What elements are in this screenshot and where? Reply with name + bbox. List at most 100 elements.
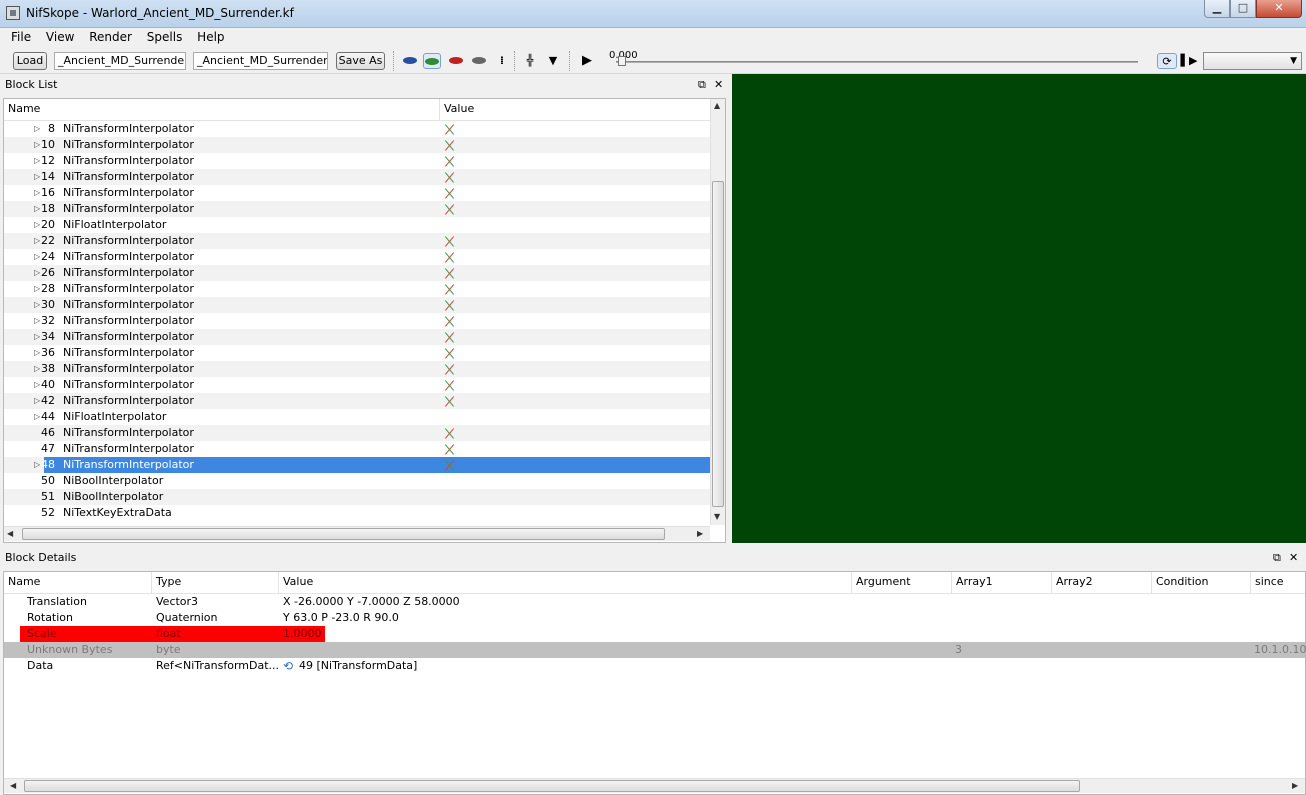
axis-icon[interactable]: ╬ — [521, 53, 539, 69]
block-list-hscroll[interactable]: ◀ ▶ — [4, 526, 710, 541]
block-list-vscroll[interactable]: ▲ ▼ — [710, 99, 725, 525]
column-array1[interactable]: Array1 — [952, 572, 1052, 593]
maximize-button[interactable]: □ — [1230, 0, 1256, 18]
block-row[interactable]: ▷ 14 NiTransformInterpolator — [4, 169, 710, 185]
eye-icon[interactable] — [423, 53, 441, 69]
detail-row[interactable]: Rotation Quaternion Y 63.0 P -23.0 R 90.0 — [4, 610, 1305, 626]
next-frame-icon[interactable]: ▌▶ — [1180, 53, 1198, 69]
block-row[interactable]: ▷ 8 NiTransformInterpolator — [4, 121, 710, 137]
menu-view[interactable]: View — [35, 28, 74, 46]
block-type-name: NiTransformInterpolator — [63, 122, 194, 135]
link-icon[interactable]: ⟲ — [283, 658, 293, 674]
animation-selector[interactable]: ▼ — [1203, 52, 1302, 70]
scroll-thumb[interactable] — [24, 780, 1080, 792]
block-row[interactable]: ▷ 36 NiTransformInterpolator — [4, 345, 710, 361]
details-hscroll[interactable]: ◀ ▶ — [4, 778, 1305, 793]
axis-cross-icon — [444, 457, 456, 473]
load-file-field[interactable]: _Ancient_MD_Surrender.kf — [54, 52, 186, 70]
eye-icon[interactable] — [470, 53, 488, 69]
close-icon[interactable]: ✕ — [1289, 548, 1298, 568]
block-row[interactable]: ▷ 28 NiTransformInterpolator — [4, 281, 710, 297]
render-viewport[interactable] — [732, 74, 1306, 543]
column-since[interactable]: since — [1251, 572, 1305, 593]
eye-icon[interactable] — [401, 53, 419, 69]
block-row[interactable]: 50 NiBoolInterpolator — [4, 473, 710, 489]
block-row[interactable]: ▷ 38 NiTransformInterpolator — [4, 361, 710, 377]
block-index: 50 — [41, 474, 55, 487]
window-title: NifSkope - Warlord_Ancient_MD_Surrender.… — [26, 6, 294, 20]
axis-cross-icon — [444, 313, 456, 329]
play-icon[interactable]: ▶ — [578, 53, 596, 69]
menu-help[interactable]: Help — [186, 28, 224, 46]
time-slider[interactable] — [616, 61, 1138, 63]
column-name[interactable]: Name — [4, 572, 152, 593]
column-condition[interactable]: Condition — [1152, 572, 1251, 593]
menu-spells[interactable]: Spells — [136, 28, 183, 46]
block-row[interactable]: ▷ 32 NiTransformInterpolator — [4, 313, 710, 329]
chevron-down-icon[interactable]: ▼ — [544, 53, 562, 69]
column-value[interactable]: Value — [279, 572, 852, 593]
column-name[interactable]: Name — [4, 99, 440, 120]
detail-row[interactable]: Translation Vector3 X -26.0000 Y -7.0000 Z… — [4, 594, 1305, 610]
block-row[interactable]: ▷ 20 NiFloatInterpolator — [4, 217, 710, 233]
block-type-name: NiBoolInterpolator — [63, 474, 164, 487]
eye-icon[interactable] — [447, 53, 465, 69]
block-row[interactable]: 46 NiTransformInterpolator — [4, 425, 710, 441]
block-row[interactable]: ▷ 30 NiTransformInterpolator — [4, 297, 710, 313]
scroll-down-icon[interactable]: ▼ — [714, 512, 720, 521]
load-button[interactable]: Load — [13, 52, 47, 70]
block-row[interactable]: ▷ 18 NiTransformInterpolator — [4, 201, 710, 217]
block-row[interactable]: ▷ 44 NiFloatInterpolator — [4, 409, 710, 425]
close-button[interactable]: ✕ — [1256, 0, 1302, 18]
block-row[interactable]: ▷ 16 NiTransformInterpolator — [4, 185, 710, 201]
float-panel-icon[interactable]: ⧉ — [698, 75, 706, 95]
block-row[interactable]: 51 NiBoolInterpolator — [4, 489, 710, 505]
scroll-up-icon[interactable]: ▲ — [714, 101, 720, 110]
detail-row[interactable]: Scale float 1.0000 — [4, 626, 1305, 642]
scroll-right-icon[interactable]: ▶ — [697, 529, 703, 538]
column-array2[interactable]: Array2 — [1052, 572, 1152, 593]
field-type: Vector3 — [156, 595, 199, 608]
axis-cross-icon — [444, 265, 456, 281]
block-details[interactable]: Name Type Value Argument Array1 Array2 C… — [3, 571, 1306, 795]
block-row[interactable]: ▷ 34 NiTransformInterpolator — [4, 329, 710, 345]
time-slider-handle[interactable] — [618, 56, 626, 66]
block-details-title: Block Details — [5, 551, 77, 564]
save-file-field[interactable]: _Ancient_MD_Surrender.kf — [193, 52, 328, 70]
scroll-thumb[interactable] — [712, 181, 724, 507]
block-row[interactable]: ▷ 26 NiTransformInterpolator — [4, 265, 710, 281]
scroll-right-icon[interactable]: ▶ — [1292, 781, 1298, 790]
column-value[interactable]: Value — [440, 99, 710, 120]
block-type-name: NiTransformInterpolator — [63, 266, 194, 279]
scroll-left-icon[interactable]: ◀ — [7, 529, 13, 538]
menu-file[interactable]: File — [0, 28, 31, 46]
axis-cross-icon — [444, 329, 456, 345]
block-row[interactable]: ▷ 24 NiTransformInterpolator — [4, 249, 710, 265]
block-row[interactable]: ▷ 40 NiTransformInterpolator — [4, 377, 710, 393]
scroll-left-icon[interactable]: ◀ — [10, 781, 16, 790]
block-type-name: NiFloatInterpolator — [63, 410, 167, 423]
column-type[interactable]: Type — [152, 572, 279, 593]
loop-icon[interactable]: ⟳ — [1157, 53, 1177, 69]
block-row[interactable]: 47 NiTransformInterpolator — [4, 441, 710, 457]
detail-row[interactable]: Unknown Bytes byte 3 10.1.0.106 — [4, 642, 1306, 658]
scroll-thumb[interactable] — [22, 528, 665, 540]
menu-render[interactable]: Render — [78, 28, 132, 46]
axis-cross-icon — [444, 361, 456, 377]
footprints-icon[interactable]: ⁞ — [493, 53, 511, 69]
block-row[interactable]: ▷ 42 NiTransformInterpolator — [4, 393, 710, 409]
column-argument[interactable]: Argument — [852, 572, 952, 593]
detail-row[interactable]: ⟲ Data Ref<NiTransformDat... 49 [NiTransfor… — [4, 658, 1305, 674]
float-panel-icon[interactable]: ⧉ — [1273, 548, 1281, 568]
block-list[interactable]: Name Value ▷ 8 NiTransformInterpolator ▷ 10 N… — [3, 98, 726, 543]
block-row[interactable]: ▷ 10 NiTransformInterpolator — [4, 137, 710, 153]
minimize-button[interactable]: ▁ — [1204, 0, 1230, 18]
save-as-button[interactable]: Save As — [336, 52, 385, 70]
axis-cross-icon — [444, 249, 456, 265]
block-row[interactable]: ▷ 22 NiTransformInterpolator — [4, 233, 710, 249]
block-row[interactable]: ▷ 12 NiTransformInterpolator — [4, 153, 710, 169]
block-row[interactable]: ▷ 48 NiTransformInterpolator — [4, 457, 710, 473]
close-icon[interactable]: ✕ — [714, 75, 723, 95]
block-row[interactable]: 52 NiTextKeyExtraData — [4, 505, 710, 521]
field-since: 10.1.0.106 — [1254, 643, 1306, 656]
